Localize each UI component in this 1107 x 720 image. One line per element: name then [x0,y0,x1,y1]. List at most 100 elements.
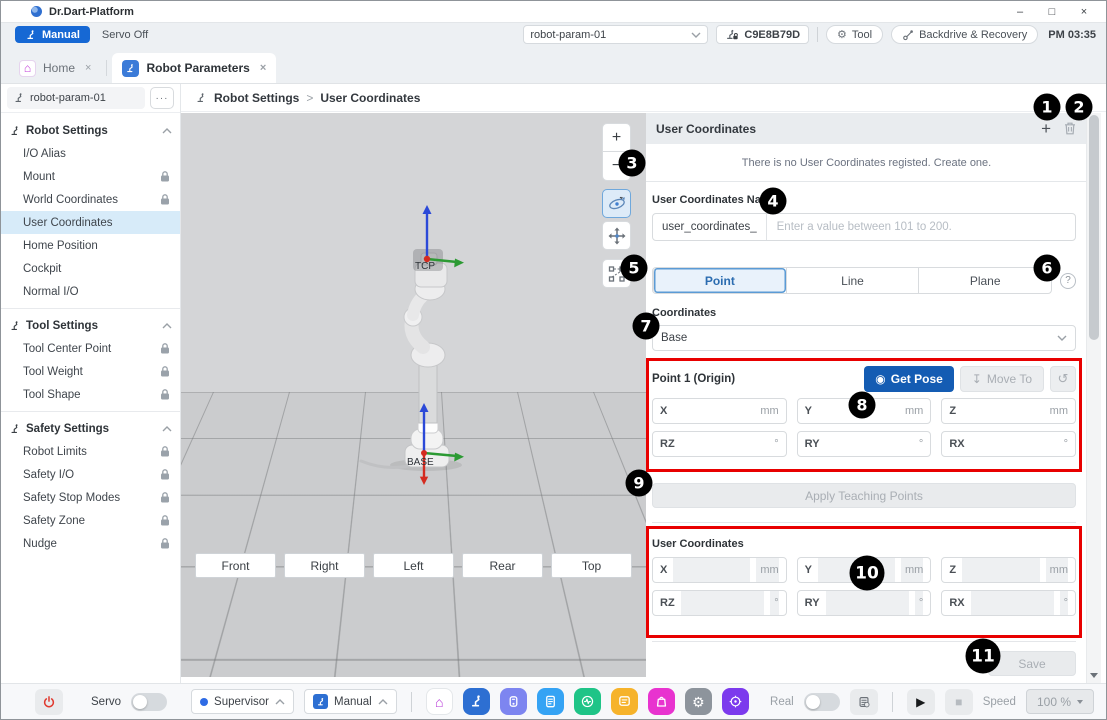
dock-app-monitoring[interactable] [574,688,601,715]
add-user-coordinate-button[interactable]: + [1041,120,1051,137]
type-tab[interactable]: Plane [918,268,1051,293]
view-preset-button[interactable]: Right [284,553,365,578]
annotation-marker: 1 [1034,94,1061,121]
pose-field[interactable]: RZ ° [652,431,787,457]
play-button[interactable]: ▶ [907,689,935,715]
pose-field-input[interactable] [971,432,1058,456]
point1-title: Point 1 (Origin) [652,373,735,385]
sidebar-section-header[interactable]: Robot Settings [1,119,180,142]
tool-button[interactable]: ⚙ Tool [826,25,883,44]
sidebar-item[interactable]: Tool Shape [1,383,180,406]
apply-teaching-points-button[interactable]: Apply Teaching Points [652,483,1076,508]
view-preset-button[interactable]: Top [551,553,632,578]
sidebar-item-label: Nudge [23,538,57,550]
sidebar-item[interactable]: Nudge [1,532,180,555]
sidebar-item[interactable]: Normal I/O [1,280,180,303]
sidebar-item[interactable]: Robot Limits [1,440,180,463]
type-tab[interactable]: Point [653,268,786,293]
backdrive-recovery-button[interactable]: Backdrive & Recovery [891,25,1038,44]
pose-field-input[interactable] [826,432,913,456]
sidebar-item[interactable]: Tool Weight [1,360,180,383]
dock-app-log-viewer[interactable] [611,688,638,715]
lock-icon [160,389,170,400]
dock-app-settings[interactable]: ⚙ [685,688,712,715]
dock-app-task-writer[interactable] [537,688,564,715]
type-tab[interactable]: Line [786,268,919,293]
power-button[interactable] [35,689,63,715]
scrollbar-thumb[interactable] [1089,115,1099,340]
view-preset-button[interactable]: Rear [462,553,543,578]
program-io-button[interactable] [850,689,878,715]
result-field: X mm [652,557,787,583]
name-placeholder: Enter a value between 101 to 200. [767,221,952,233]
reset-button[interactable]: ↺ [1050,366,1076,392]
sidebar-item[interactable]: Safety I/O [1,463,180,486]
scrollbar-down-button[interactable] [1087,669,1101,681]
help-icon[interactable]: ? [1060,273,1076,289]
view-preset-button[interactable]: Left [373,553,454,578]
robot-arm-icon [9,320,21,332]
more-options-button[interactable]: ··· [150,87,174,109]
orbit-rotate-button[interactable] [602,189,631,218]
dock-app-robot-params[interactable] [463,688,490,715]
pose-field-input[interactable] [681,432,769,456]
pan-move-button[interactable] [602,221,631,250]
pose-field-input[interactable] [962,399,1044,423]
lock-icon [160,492,170,503]
mode-select[interactable]: Manual [304,689,397,714]
move-to-button[interactable]: ↧ Move To [960,366,1044,392]
robot-arm-icon [122,60,139,77]
vertical-scrollbar[interactable] [1086,113,1101,683]
application-window: Dr.Dart-Platform – □ × Manual Servo Off … [0,0,1107,720]
sidebar-item[interactable]: I/O Alias [1,142,180,165]
stop-button[interactable]: ■ [945,689,973,715]
pose-field-input[interactable] [673,399,754,423]
pose-field[interactable]: RX ° [941,431,1076,457]
tab-close-icon[interactable]: × [85,62,91,74]
pose-field[interactable]: Z mm [941,398,1076,424]
sidebar-section-header[interactable]: Safety Settings [1,417,180,440]
coordinates-name-input[interactable]: user_coordinates_ Enter a value between … [652,213,1076,241]
sidebar-item[interactable]: Home Position [1,234,180,257]
robot-3d-viewport[interactable]: TCP BASE + − [181,113,646,677]
minimize-button[interactable]: – [1006,3,1034,21]
user-coordinates-result-title: User Coordinates [652,532,1076,550]
maximize-button[interactable]: □ [1038,3,1066,21]
get-pose-button[interactable]: ◉ Get Pose [864,366,954,392]
sidebar-section-header[interactable]: Tool Settings [1,314,180,337]
servo-toggle[interactable] [131,693,167,711]
save-button[interactable]: Save [988,651,1076,676]
tab-robot-parameters[interactable]: Robot Parameters × [112,53,276,83]
sidebar-item[interactable]: Safety Stop Modes [1,486,180,509]
sidebar-item[interactable]: User Coordinates [1,211,180,234]
dock-app-cockpit[interactable] [722,688,749,715]
robot-serial-badge[interactable]: C9E8B79D [716,25,809,44]
dock-app-dart-home[interactable]: ⌂ [426,688,453,715]
real-toggle[interactable] [804,693,840,711]
pose-field[interactable]: X mm [652,398,787,424]
sidebar-item[interactable]: Tool Center Point [1,337,180,360]
breadcrumb-root[interactable]: Robot Settings [214,91,299,105]
mode-manual-button[interactable]: Manual [15,26,90,43]
divider [411,692,412,712]
sidebar-item[interactable]: World Coordinates [1,188,180,211]
robot-param-select[interactable]: robot-param-01 [523,25,708,44]
sidebar-item[interactable]: Mount [1,165,180,188]
close-button[interactable]: × [1070,3,1098,21]
view-preset-button[interactable]: Front [195,553,276,578]
speed-value-box[interactable]: 100 % [1026,689,1094,714]
zoom-in-button[interactable]: + [602,123,631,152]
tab-home[interactable]: ⌂ Home × [9,53,101,83]
dock-app-store[interactable] [648,688,675,715]
pose-field[interactable]: RY ° [797,431,932,457]
dock-app-teach-pendant[interactable] [500,688,527,715]
trash-icon[interactable] [1063,121,1077,136]
param-name-box[interactable]: robot-param-01 [7,87,145,109]
coordinates-select[interactable]: Base [652,325,1076,351]
tab-close-icon[interactable]: × [260,62,266,74]
panel-header: User Coordinates + [646,113,1087,144]
role-select[interactable]: Supervisor [191,689,294,714]
pose-field-label: X [660,405,667,417]
sidebar-item[interactable]: Safety Zone [1,509,180,532]
sidebar-item[interactable]: Cockpit [1,257,180,280]
